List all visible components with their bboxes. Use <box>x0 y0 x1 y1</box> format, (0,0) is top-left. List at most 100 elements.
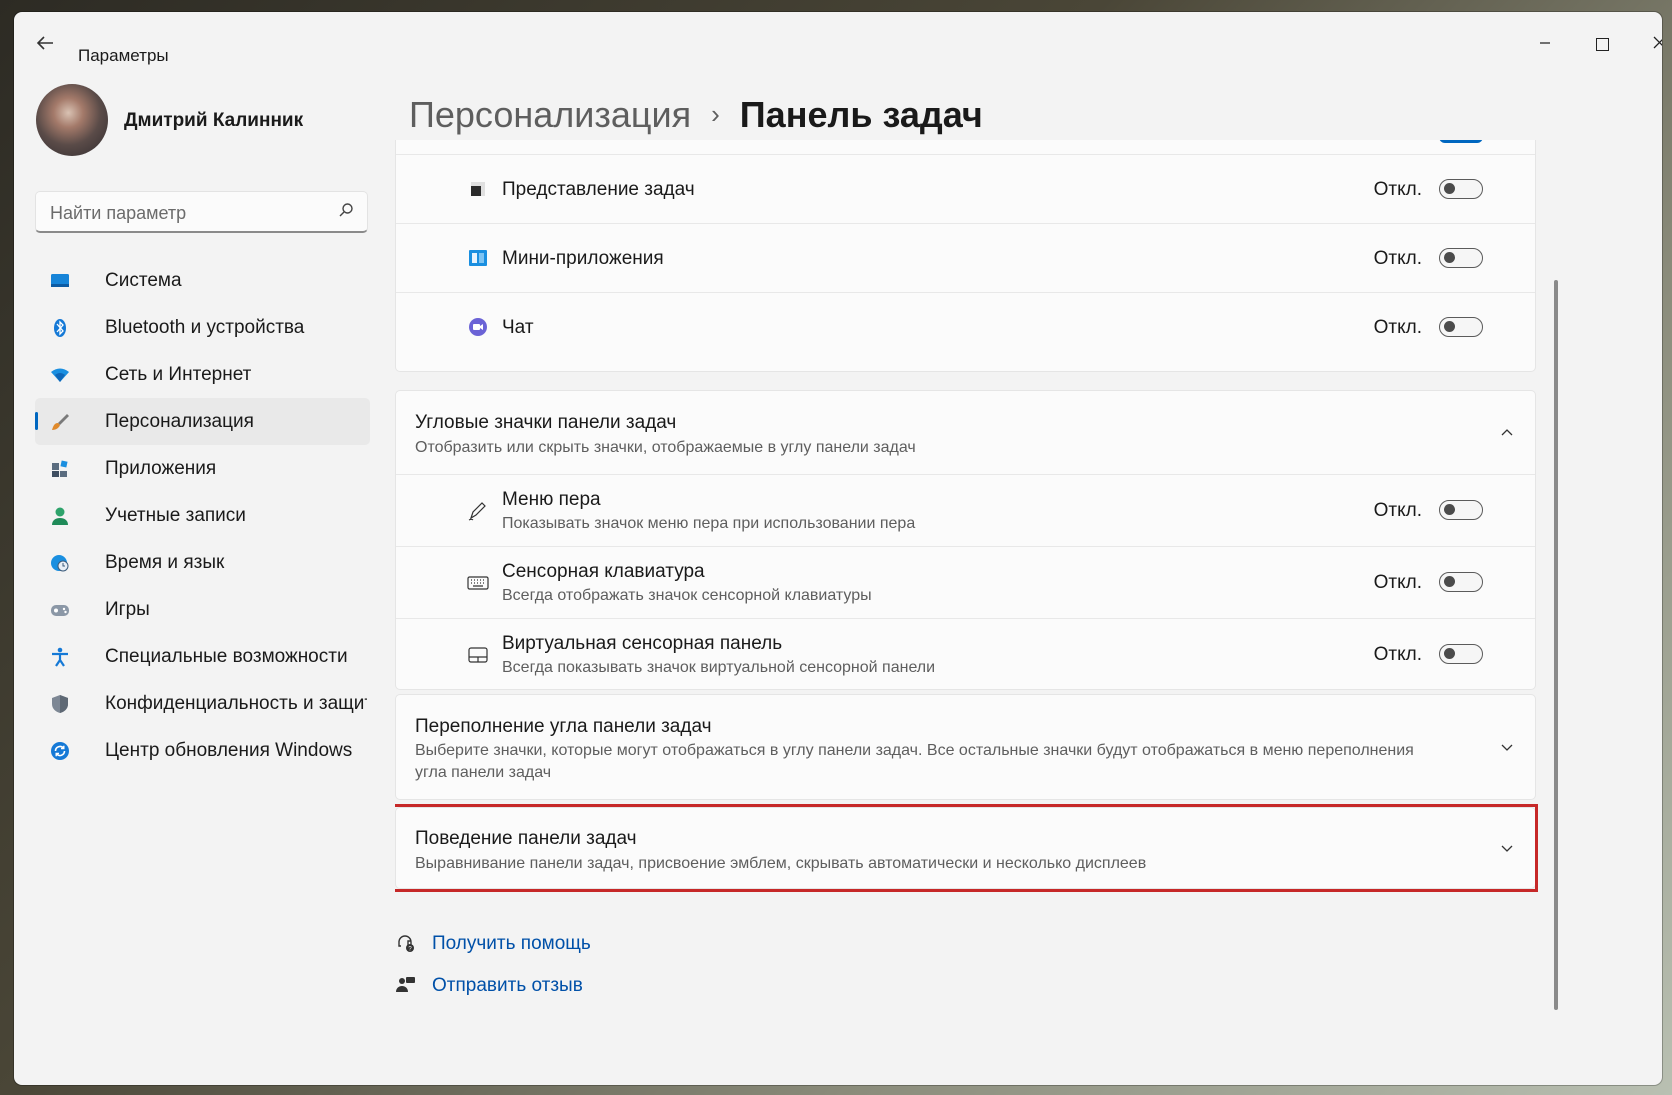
task-view-toggle[interactable] <box>1439 179 1483 199</box>
avatar[interactable] <box>36 84 108 156</box>
setting-row-widgets[interactable]: Мини-приложения Откл. <box>396 223 1535 293</box>
maximize-icon <box>1595 37 1609 51</box>
toggle-state: Откл. <box>1373 572 1422 593</box>
get-help-link[interactable]: ? Получить помощь <box>395 930 695 960</box>
sidebar-item-label: Время и язык <box>105 552 225 573</box>
sidebar-item-bluetooth[interactable]: Bluetooth и устройства <box>35 304 370 351</box>
title-bar: Параметры <box>14 12 1662 76</box>
sidebar-item-gaming[interactable]: Игры <box>35 586 370 633</box>
feedback-icon <box>396 977 415 992</box>
section-subtitle: Отобразить или скрыть значки, отображаем… <box>415 439 916 456</box>
widgets-toggle[interactable] <box>1439 248 1483 268</box>
sidebar-item-label: Учетные записи <box>105 505 246 526</box>
search-icon[interactable] <box>337 201 355 219</box>
shield-icon <box>52 695 68 713</box>
brush-icon <box>52 414 69 430</box>
setting-row-virtual-touchpad[interactable]: Виртуальная сенсорная панель Всегда пока… <box>396 618 1535 691</box>
gamepad-icon <box>51 605 69 616</box>
setting-subtitle: Всегда показывать значок виртуальной сен… <box>502 659 936 676</box>
settings-content: Представление задач Откл. Мини-приложени… <box>395 140 1552 1085</box>
close-button[interactable] <box>1636 26 1662 60</box>
toggle-state: Откл. <box>1373 179 1422 200</box>
toggle-partial[interactable] <box>1439 140 1483 143</box>
sidebar-item-personalization[interactable]: Персонализация <box>35 398 370 445</box>
sidebar-item-label: Специальные возможности <box>105 646 348 667</box>
send-feedback-label: Отправить отзыв <box>432 975 583 996</box>
setting-title: Чат <box>502 317 534 338</box>
section-title: Угловые значки панели задач <box>415 412 677 433</box>
sidebar-item-label: Система <box>105 270 182 291</box>
sidebar-item-label: Bluetooth и устройства <box>105 317 305 338</box>
breadcrumb: Персонализация › Панель задач <box>409 94 983 136</box>
toggle-state: Откл. <box>1373 317 1422 338</box>
sidebar-item-accessibility[interactable]: Специальные возможности <box>35 633 370 680</box>
chat-icon <box>469 318 487 336</box>
breadcrumb-parent[interactable]: Персонализация <box>409 94 691 135</box>
corner-icons-header[interactable]: Угловые значки панели задач Отобразить и… <box>396 391 1535 475</box>
globe-clock-icon <box>51 555 69 572</box>
setting-title: Меню пера <box>502 489 601 510</box>
sidebar-item-label: Приложения <box>105 458 217 479</box>
corner-icons-card: Угловые значки панели задач Отобразить и… <box>395 390 1536 690</box>
setting-row-pen-menu[interactable]: Меню пера Показывать значок меню пера пр… <box>396 474 1535 547</box>
user-name: Дмитрий Калинник <box>124 110 304 131</box>
toggle-state: Откл. <box>1373 248 1422 269</box>
chevron-up-icon[interactable] <box>1499 425 1515 441</box>
search-box[interactable] <box>35 191 368 233</box>
sidebar-item-label: Сеть и Интернет <box>105 364 252 385</box>
wifi-icon <box>51 368 69 382</box>
setting-title: Сенсорная клавиатура <box>502 561 705 582</box>
accessibility-icon <box>52 647 68 667</box>
setting-subtitle: Всегда отображать значок сенсорной клави… <box>502 587 872 604</box>
setting-row-task-view[interactable]: Представление задач Откл. <box>396 154 1535 224</box>
sidebar-item-system[interactable]: Система <box>35 257 370 304</box>
get-help-label: Получить помощь <box>432 933 591 954</box>
keyboard-icon <box>467 576 489 590</box>
task-view-icon <box>471 182 485 196</box>
setting-subtitle: Показывать значок меню пера при использо… <box>502 515 916 532</box>
section-subtitle: Выберите значки, которые могут отображат… <box>415 742 1414 781</box>
settings-window: Параметры Дмитрий Калинник Система Bluet… <box>14 12 1662 1085</box>
monitor-icon <box>51 274 69 287</box>
toggle-state: Откл. <box>1373 500 1422 521</box>
setting-title: Мини-приложения <box>502 248 664 269</box>
back-arrow-icon[interactable] <box>34 32 58 56</box>
sidebar-item-label: Персонализация <box>105 411 254 432</box>
app-title: Параметры <box>78 46 169 65</box>
touch-keyboard-toggle[interactable] <box>1439 572 1483 592</box>
sidebar-item-privacy[interactable]: Конфиденциальность и защита <box>35 680 370 727</box>
sidebar-item-windows-update[interactable]: Центр обновления Windows <box>35 727 370 774</box>
overflow-card[interactable]: Переполнение угла панели задач Выберите … <box>395 694 1536 800</box>
sidebar-item-time-language[interactable]: Время и язык <box>35 539 370 586</box>
sidebar-item-label: Игры <box>105 599 150 620</box>
breadcrumb-separator: › <box>711 99 720 129</box>
widgets-icon <box>469 250 487 266</box>
send-feedback-link[interactable]: Отправить отзыв <box>395 972 695 1002</box>
sidebar-item-label: Конфиденциальность и защита <box>105 693 367 714</box>
setting-row-touch-keyboard[interactable]: Сенсорная клавиатура Всегда отображать з… <box>396 546 1535 619</box>
sidebar-nav: Система Bluetooth и устройства Сеть и Ин… <box>35 257 370 774</box>
chat-toggle[interactable] <box>1439 317 1483 337</box>
maximize-button[interactable] <box>1579 26 1625 60</box>
apps-icon <box>52 460 68 477</box>
virtual-touchpad-toggle[interactable] <box>1439 644 1483 664</box>
touchpad-icon <box>468 647 488 663</box>
setting-title: Представление задач <box>502 179 695 200</box>
help-icon: ? <box>398 935 414 953</box>
section-title: Переполнение угла панели задач <box>415 716 712 737</box>
chevron-down-icon[interactable] <box>1499 739 1515 755</box>
setting-row-chat[interactable]: Чат Откл. <box>396 292 1535 362</box>
page-title: Панель задач <box>739 94 983 135</box>
sidebar-item-apps[interactable]: Приложения <box>35 445 370 492</box>
scrollbar[interactable] <box>1554 280 1558 1010</box>
highlight-frame <box>395 804 1538 892</box>
sidebar-item-accounts[interactable]: Учетные записи <box>35 492 370 539</box>
toggle-state: Откл. <box>1373 644 1422 665</box>
sidebar-item-network[interactable]: Сеть и Интернет <box>35 351 370 398</box>
person-icon <box>52 507 68 525</box>
bluetooth-icon <box>54 319 66 337</box>
pen-menu-toggle[interactable] <box>1439 500 1483 520</box>
search-input[interactable] <box>48 200 322 226</box>
minimize-button[interactable] <box>1522 26 1568 60</box>
update-icon <box>51 742 69 760</box>
